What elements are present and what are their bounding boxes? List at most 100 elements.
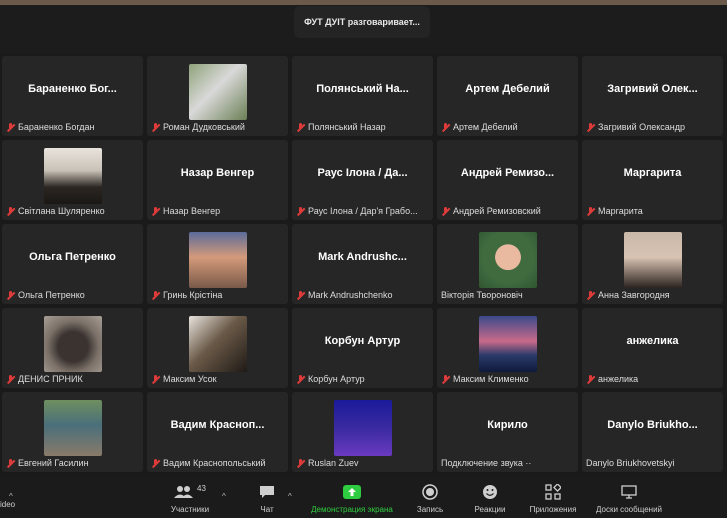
participant-display-name: анжелика [626, 335, 679, 347]
share-screen-button[interactable]: Демонстрация экрана [304, 482, 400, 514]
participant-name: Андрей Ремизовский [453, 206, 541, 216]
mic-muted-icon [151, 374, 160, 384]
participant-video [188, 64, 247, 120]
mic-muted-icon [151, 206, 160, 216]
participant-name: ДЕНИС ПРНИК [18, 374, 83, 384]
participant-tile[interactable]: Кирило Подключение звука ·· [437, 392, 578, 472]
participant-name-label: Андрей Ремизовский [441, 206, 574, 216]
participant-tile[interactable]: ДЕНИС ПРНИК [2, 308, 143, 388]
whiteboards-label: Доски сообщений [595, 505, 662, 514]
participant-name-label: Корбун Артур [296, 374, 429, 384]
participant-name: Бараненко Богдан [18, 122, 95, 132]
chat-options-caret[interactable]: ^ [288, 492, 292, 501]
participant-name-label: Світлана Шуляренко [6, 206, 139, 216]
participant-name: Максим Клименко [453, 374, 529, 384]
participant-video [188, 316, 247, 372]
participant-display-name: Андрей Ремизо... [460, 167, 555, 179]
participant-tile[interactable]: Максим Клименко [437, 308, 578, 388]
participant-name: Ольга Петренко [18, 290, 85, 300]
participant-name-label: Вікторія Твороновіч [441, 290, 574, 300]
mic-muted-icon [6, 458, 15, 468]
meeting-toolbar: ^ ideo 43 Участники ^ Чат ^ Демонстрация… [0, 478, 727, 518]
participant-name-label: Подключение звука ·· [441, 458, 574, 468]
participant-tile[interactable]: Світлана Шуляренко [2, 140, 143, 220]
participant-name: Раус Ілона / Дар'я Грабо... [308, 206, 418, 216]
participant-name-label: Бараненко Богдан [6, 122, 139, 132]
participant-tile[interactable]: Корбун Артур Корбун Артур [292, 308, 433, 388]
participant-tile[interactable]: Роман Дудковський [147, 56, 288, 136]
participant-tile[interactable]: Андрей Ремизо... Андрей Ремизовский [437, 140, 578, 220]
participant-name-label: Ольга Петренко [6, 290, 139, 300]
participant-tile[interactable]: Вадим Красноп... Вадим Краснопольський [147, 392, 288, 472]
participant-name-label: Полянський Назар [296, 122, 429, 132]
participant-tile[interactable]: Максим Усок [147, 308, 288, 388]
participant-video [333, 400, 392, 456]
participant-tile[interactable]: Назар Венгер Назар Венгер [147, 140, 288, 220]
participant-name-label: Вадим Краснопольський [151, 458, 284, 468]
chat-button[interactable]: Чат [252, 482, 282, 514]
participant-tile[interactable]: Вікторія Твороновіч [437, 224, 578, 304]
mic-muted-icon [441, 122, 450, 132]
participant-tile[interactable]: Маргарита Маргарита [582, 140, 723, 220]
participant-video [43, 148, 102, 204]
participants-button[interactable]: 43 Участники [160, 482, 220, 515]
participants-options-caret[interactable]: ^ [222, 492, 226, 501]
participants-icon [174, 486, 194, 498]
participant-tile[interactable]: Ruslan Zuev [292, 392, 433, 472]
participant-name: Загривий Олександр [598, 122, 686, 132]
participant-video [623, 232, 682, 288]
participant-name: Подключение звука ·· [441, 458, 532, 468]
participant-tile[interactable]: Полянський На... Полянський Назар [292, 56, 433, 136]
participant-name: Анна Завгородня [598, 290, 670, 300]
participant-name-label: Загривий Олександр [586, 122, 719, 132]
mic-muted-icon [296, 374, 305, 384]
mic-muted-icon [6, 206, 15, 216]
record-button[interactable]: Запись [412, 482, 448, 514]
apps-icon [545, 484, 561, 500]
participant-display-name: Полянський На... [316, 83, 409, 95]
participant-name: Максим Усок [163, 374, 217, 384]
participant-name: Ruslan Zuev [308, 458, 359, 468]
participant-tile[interactable]: Mark Andrushc... Mark Andrushchenko [292, 224, 433, 304]
participant-tile[interactable]: Загривий Олек... Загривий Олександр [582, 56, 723, 136]
mic-muted-icon [151, 290, 160, 300]
participant-name-label: Максим Клименко [441, 374, 574, 384]
active-speaker-indicator: ФУТ ДУІТ разговаривает... [294, 6, 430, 38]
participant-name: Danylo Briukhovetskyi [586, 458, 675, 468]
participant-tile[interactable]: Раус Ілона / Да... Раус Ілона / Дар'я Гра… [292, 140, 433, 220]
participant-tile[interactable]: Бараненко Бог... Бараненко Богдан [2, 56, 143, 136]
apps-label: Приложения [529, 505, 577, 514]
mic-muted-icon [586, 206, 595, 216]
participant-name-label: Маргарита [586, 206, 719, 216]
participant-display-name: Загривий Олек... [607, 83, 698, 95]
participant-name-label: Danylo Briukhovetskyi [586, 458, 719, 468]
participant-name: Вікторія Твороновіч [441, 290, 523, 300]
participant-tile[interactable]: Гринь Крістіна [147, 224, 288, 304]
gallery-grid: Бараненко Бог... Бараненко Богдан Роман Ду… [0, 56, 727, 476]
mic-muted-icon [6, 122, 15, 132]
video-button[interactable]: ideo [0, 500, 15, 509]
participant-tile[interactable]: Ольга Петренко Ольга Петренко [2, 224, 143, 304]
participant-name: Назар Венгер [163, 206, 221, 216]
participant-tile[interactable]: Евгений Гасилин [2, 392, 143, 472]
mic-muted-icon [296, 122, 305, 132]
participant-name: Артем Дебелий [453, 122, 518, 132]
apps-button[interactable]: Приложения [524, 482, 582, 514]
participant-tile[interactable]: анжелика анжелика [582, 308, 723, 388]
participant-tile[interactable]: Артем Дебелий Артем Дебелий [437, 56, 578, 136]
participant-display-name: Mark Andrushc... [318, 251, 407, 263]
reactions-button[interactable]: Реакции [470, 482, 510, 514]
share-screen-label: Демонстрация экрана [311, 505, 393, 514]
participant-name-label: Ruslan Zuev [296, 458, 429, 468]
participant-name-label: Артем Дебелий [441, 122, 574, 132]
chat-icon [260, 486, 274, 498]
participant-tile[interactable]: Анна Завгородня [582, 224, 723, 304]
participant-video [43, 316, 102, 372]
window-edge [0, 0, 727, 5]
whiteboards-button[interactable]: Доски сообщений [590, 482, 668, 514]
participant-tile[interactable]: Danylo Briukho... Danylo Briukhovetskyi [582, 392, 723, 472]
participant-name: Гринь Крістіна [163, 290, 223, 300]
participant-display-name: Кирило [487, 419, 528, 431]
reactions-label: Реакции [474, 505, 506, 514]
top-bar: ФУТ ДУІТ разговаривает... [0, 0, 727, 54]
